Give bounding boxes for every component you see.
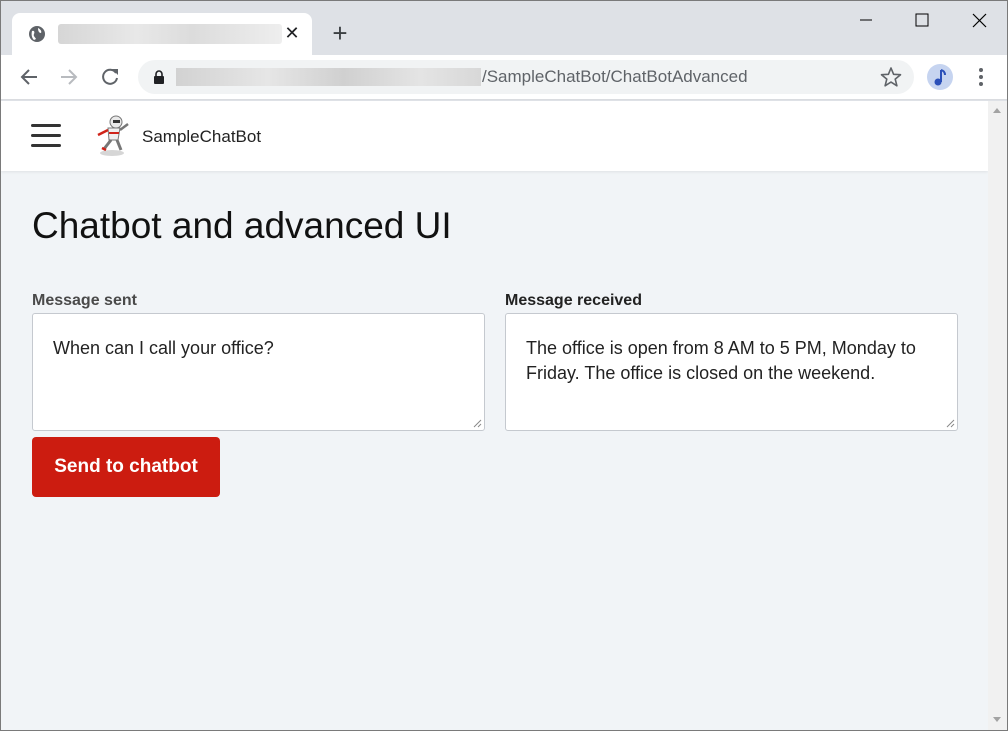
profile-icon[interactable] bbox=[927, 64, 953, 90]
message-received-label: Message received bbox=[505, 292, 642, 309]
scroll-up-icon[interactable] bbox=[993, 108, 1001, 113]
star-icon[interactable] bbox=[880, 66, 902, 88]
address-bar[interactable]: /SampleChatBot/ChatBotAdvanced bbox=[138, 60, 914, 94]
more-icon[interactable] bbox=[971, 65, 991, 89]
message-sent-label: Message sent bbox=[32, 292, 137, 309]
minimize-icon[interactable] bbox=[851, 7, 881, 33]
globe-icon bbox=[29, 26, 45, 42]
url-host-redacted bbox=[176, 68, 481, 86]
music-note-icon bbox=[934, 69, 946, 86]
browser-toolbar: /SampleChatBot/ChatBotAdvanced bbox=[1, 55, 1007, 100]
browser-window: ✕ + /SampleChatBot/ChatBotAdvanced Sampl… bbox=[0, 0, 1008, 731]
forward-icon[interactable] bbox=[58, 66, 80, 88]
maximize-icon[interactable] bbox=[907, 7, 937, 33]
robot-logo-icon[interactable] bbox=[90, 113, 134, 157]
tab-strip: ✕ + bbox=[1, 1, 1007, 55]
hamburger-menu-icon[interactable] bbox=[31, 124, 61, 148]
tab-close-icon[interactable]: ✕ bbox=[282, 22, 302, 44]
send-to-chatbot-button[interactable]: Send to chatbot bbox=[32, 437, 220, 497]
vertical-scrollbar[interactable] bbox=[988, 101, 1007, 730]
brand-name[interactable]: SampleChatBot bbox=[142, 126, 261, 148]
message-received-text: The office is open from 8 AM to 5 PM, Mo… bbox=[526, 338, 916, 383]
page-viewport: SampleChatBot Chatbot and advanced UI Me… bbox=[1, 101, 988, 730]
lock-icon[interactable] bbox=[153, 70, 165, 84]
new-tab-button[interactable]: + bbox=[327, 20, 353, 46]
scroll-down-icon[interactable] bbox=[993, 717, 1001, 722]
tab-title-redacted bbox=[58, 24, 282, 44]
browser-tab[interactable]: ✕ bbox=[12, 13, 312, 55]
url-path: /SampleChatBot/ChatBotAdvanced bbox=[482, 67, 748, 86]
close-window-icon[interactable] bbox=[965, 7, 995, 33]
reload-icon[interactable] bbox=[99, 66, 121, 88]
resize-handle-icon[interactable] bbox=[472, 418, 482, 428]
message-sent-text: When can I call your office? bbox=[53, 338, 274, 358]
page-title: Chatbot and advanced UI bbox=[32, 205, 452, 246]
site-navbar: SampleChatBot bbox=[1, 101, 988, 171]
resize-handle-icon[interactable] bbox=[945, 418, 955, 428]
message-received-textarea[interactable]: The office is open from 8 AM to 5 PM, Mo… bbox=[505, 313, 958, 431]
message-sent-textarea[interactable]: When can I call your office? bbox=[32, 313, 485, 431]
back-icon[interactable] bbox=[18, 66, 40, 88]
